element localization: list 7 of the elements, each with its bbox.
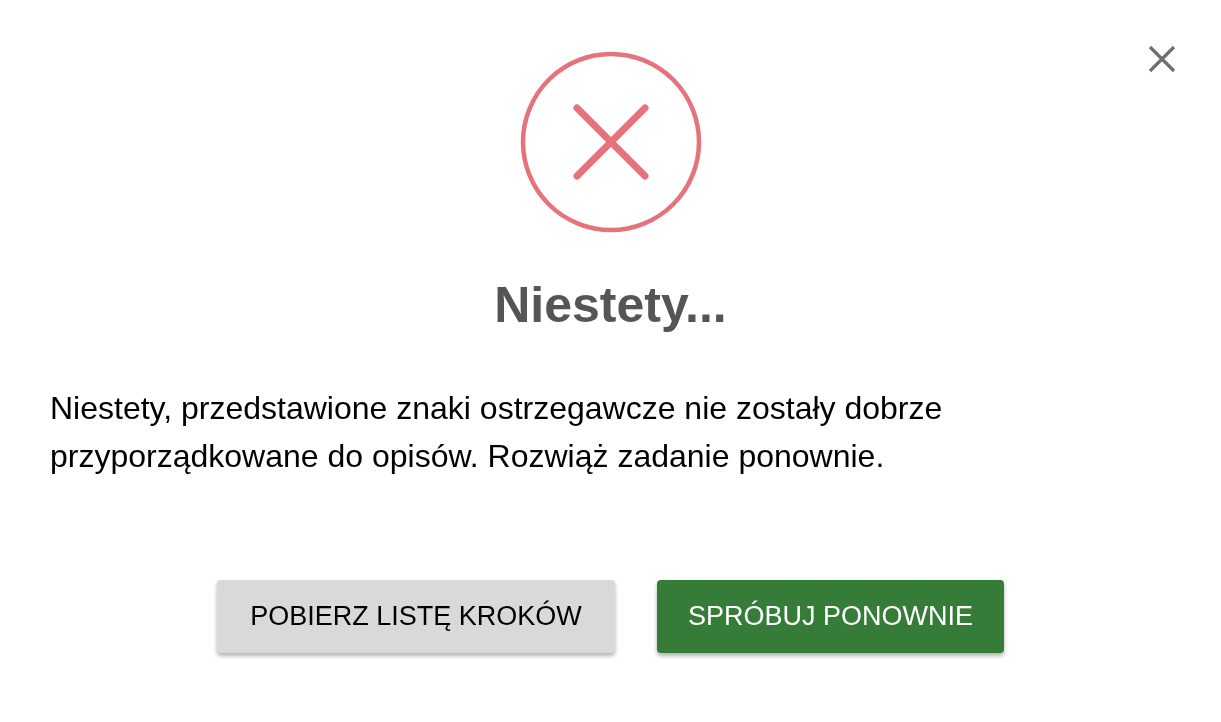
message-text: Niestety, przedstawione znaki ostrzegawcze nie zostały dobrze przyporządkowane do opisów. Rozwiąż zadanie ponownie. — [49, 389, 944, 476]
retry-button[interactable]: SPRÓBUJ PONOWNIE — [657, 580, 1004, 653]
download-button[interactable]: POBIERZ LISTĘ KROKÓW — [217, 580, 615, 653]
dialog-title: Niestety... — [494, 277, 727, 333]
error-circle-x-icon — [518, 50, 703, 234]
close-button[interactable] — [1146, 43, 1178, 75]
close-icon — [1148, 45, 1176, 73]
